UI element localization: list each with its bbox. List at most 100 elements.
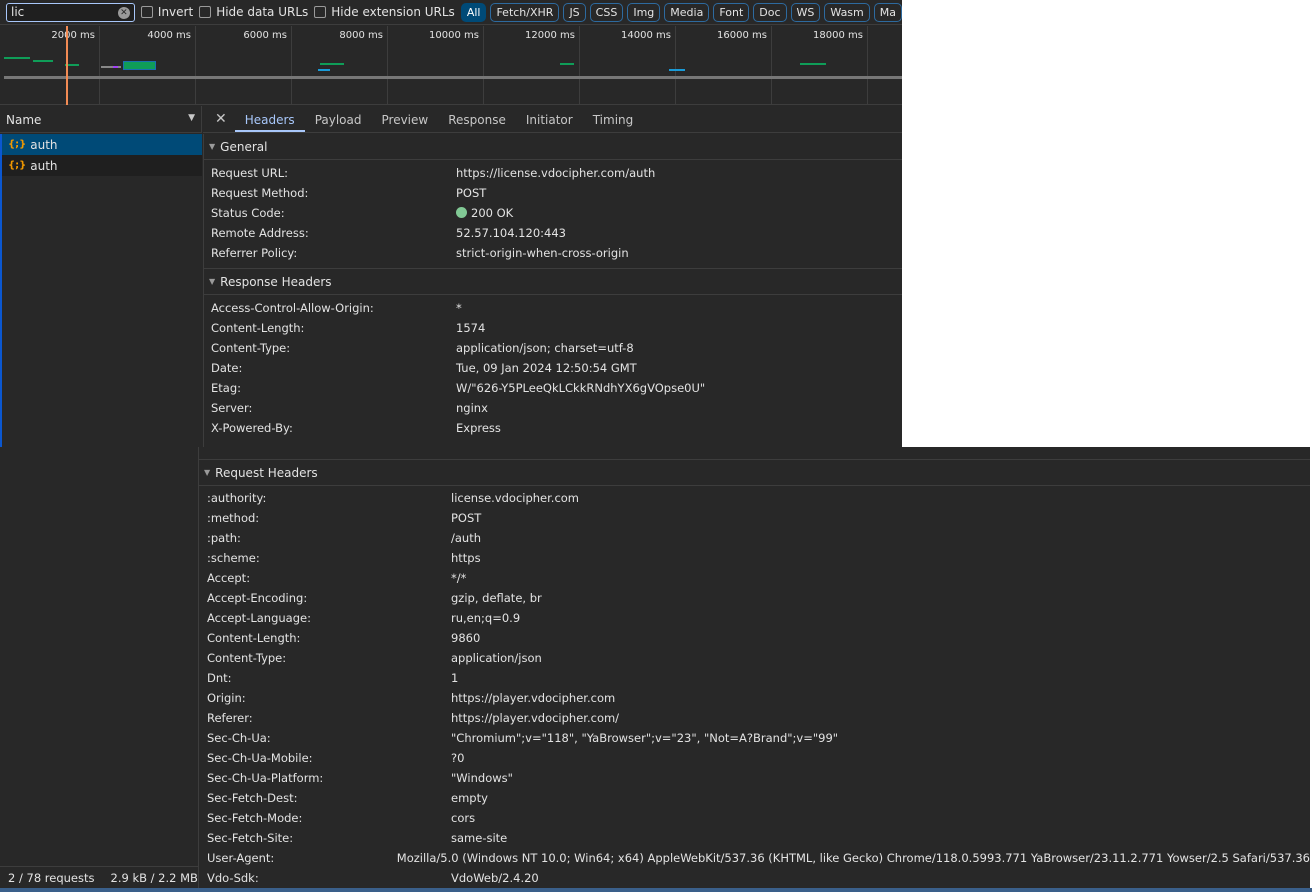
value-text: nginx (456, 401, 488, 415)
hide-extension-urls-checkbox[interactable]: Hide extension URLs (314, 5, 455, 19)
header-value[interactable]: application/json (451, 651, 542, 665)
tab-preview[interactable]: Preview (372, 106, 439, 132)
tab-timing[interactable]: Timing (583, 106, 644, 132)
header-row: User-Agent: Mozilla/5.0 (Windows NT 10.0;… (199, 848, 1310, 868)
header-value[interactable]: Tue, 09 Jan 2024 12:50:54 GMT (456, 361, 637, 375)
filter-type-media[interactable]: Media (664, 2, 710, 22)
invert-checkbox[interactable]: Invert (140, 5, 193, 19)
filter-type-css[interactable]: CSS (589, 2, 624, 22)
header-value[interactable]: * (456, 301, 462, 315)
filter-type-doc[interactable]: Doc (753, 2, 787, 22)
header-value[interactable]: POST (456, 186, 486, 200)
header-value[interactable]: 1574 (456, 321, 485, 335)
waterfall-bar (669, 69, 685, 71)
value-text: https://player.vdocipher.com/ (451, 711, 620, 725)
filter-type-fetchxhr[interactable]: Fetch/XHR (490, 2, 560, 22)
header-value[interactable]: 1 (451, 671, 458, 685)
header-value[interactable]: 200 OK (456, 206, 513, 220)
value-text: https://player.vdocipher.com (451, 691, 616, 705)
headers-panel: ▼ General Request URL: https://license.vdo… (203, 134, 902, 447)
filter-type-img[interactable]: Img (627, 2, 661, 22)
header-value[interactable]: https://player.vdocipher.com/ (451, 711, 619, 725)
header-value[interactable]: ?0 (451, 751, 464, 765)
value-text: W/"626-Y5PLeeQkLCkkRNdhYX6gVOpse0U" (456, 381, 706, 395)
header-name: Sec-Fetch-Dest: (207, 791, 298, 805)
tab-payload[interactable]: Payload (305, 106, 372, 132)
request-row[interactable]: {;} auth (2, 134, 202, 155)
value-text: https (451, 551, 481, 565)
tab-response[interactable]: Response (438, 106, 516, 132)
name-header-label: Name (6, 113, 42, 127)
filter-type-js[interactable]: JS (563, 2, 586, 22)
response-headers-section-header[interactable]: ▼ Response Headers (204, 269, 902, 295)
header-name: Referer: (207, 711, 253, 725)
header-value[interactable]: ru,en;q=0.9 (451, 611, 520, 625)
header-name: Sec-Fetch-Site: (207, 831, 294, 845)
filter-type-all[interactable]: All (460, 2, 487, 22)
value-text: "Chromium";v="118", "YaBrowser";v="23", … (451, 731, 839, 745)
header-value[interactable]: /auth (451, 531, 481, 545)
general-section-header[interactable]: ▼ General (204, 134, 902, 160)
header-value[interactable]: gzip, deflate, br (451, 591, 542, 605)
timeline-tick-label: 6000 ms (243, 30, 287, 41)
timeline-gridline (291, 26, 292, 105)
waterfall-bar (4, 57, 30, 59)
header-value[interactable]: Express (456, 421, 501, 435)
header-name: User-Agent: (207, 851, 275, 865)
header-name: :path: (207, 531, 241, 545)
clear-icon[interactable]: ✕ (117, 6, 130, 19)
header-value[interactable]: cors (451, 811, 475, 825)
header-value[interactable]: */* (451, 571, 466, 585)
left-pane-background (0, 447, 198, 892)
header-value[interactable]: https://player.vdocipher.com (451, 691, 615, 705)
header-value[interactable]: POST (451, 511, 481, 525)
header-value[interactable]: nginx (456, 401, 488, 415)
header-name: Etag: (211, 381, 241, 395)
request-headers-section-header[interactable]: ▼ Request Headers (199, 460, 1310, 486)
header-row: :method: POST (199, 508, 1310, 528)
filter-type-wasm[interactable]: Wasm (824, 2, 870, 22)
status-bar: 2 / 78 requests 2.9 kB / 2.2 MB tr (0, 866, 198, 888)
header-value[interactable]: 9860 (451, 631, 480, 645)
header-value[interactable]: application/json; charset=utf-8 (456, 341, 634, 355)
xhr-icon: {;} (8, 160, 27, 171)
close-icon[interactable]: ✕ (203, 106, 235, 132)
timeline-tick-label: 2000 ms (51, 30, 95, 41)
header-value[interactable]: https (451, 551, 481, 565)
hide-data-urls-checkbox[interactable]: Hide data URLs (199, 5, 308, 19)
header-value[interactable]: W/"626-Y5PLeeQkLCkkRNdhYX6gVOpse0U" (456, 381, 705, 395)
header-value[interactable]: "Windows" (451, 771, 513, 785)
waterfall-bar (560, 63, 574, 65)
header-value[interactable]: same-site (451, 831, 507, 845)
filter-input[interactable]: lic ✕ (6, 2, 135, 22)
header-value[interactable]: VdoWeb/2.4.20 (451, 871, 539, 885)
filter-type-ws[interactable]: WS (790, 2, 821, 22)
timeline-tick-label: 4000 ms (147, 30, 191, 41)
timeline-gridline (771, 26, 772, 105)
header-value[interactable]: strict-origin-when-cross-origin (456, 246, 629, 260)
header-row: Dnt: 1 (199, 668, 1310, 688)
tab-initiator[interactable]: Initiator (516, 106, 583, 132)
tab-headers[interactable]: Headers (234, 106, 305, 132)
header-value[interactable]: license.vdocipher.com (451, 491, 579, 505)
value-text: "Windows" (451, 771, 513, 785)
request-row[interactable]: {;} auth (2, 155, 202, 176)
request-list: {;} auth {;} auth (0, 134, 202, 447)
timeline-gridline (483, 26, 484, 105)
header-row: Vdo-Sdk: VdoWeb/2.4.20 (199, 868, 1310, 888)
header-value[interactable]: 52.57.104.120:443 (456, 226, 566, 240)
filter-type-font[interactable]: Font (713, 2, 750, 22)
header-name: Referrer Policy: (211, 246, 298, 260)
header-value[interactable]: "Chromium";v="118", "YaBrowser";v="23", … (451, 731, 838, 745)
header-value[interactable]: https://license.vdocipher.com/auth (456, 166, 655, 180)
timeline-overview[interactable]: 2000 ms 4000 ms 6000 ms 8000 ms 10000 ms 1200… (0, 26, 902, 105)
value-text: Express (456, 421, 501, 435)
value-text: application/json; charset=utf-8 (456, 341, 634, 355)
filter-type-ma[interactable]: Ma (873, 2, 902, 22)
waterfall-bar (33, 60, 53, 62)
header-value[interactable]: Mozilla/5.0 (Windows NT 10.0; Win64; x64… (397, 851, 1310, 865)
value-text: 9860 (451, 631, 481, 645)
header-row: Etag: W/"626-Y5PLeeQkLCkkRNdhYX6gVOpse0U" (204, 378, 902, 398)
header-value[interactable]: empty (451, 791, 488, 805)
name-column-header[interactable]: Name ▼ (0, 106, 202, 133)
